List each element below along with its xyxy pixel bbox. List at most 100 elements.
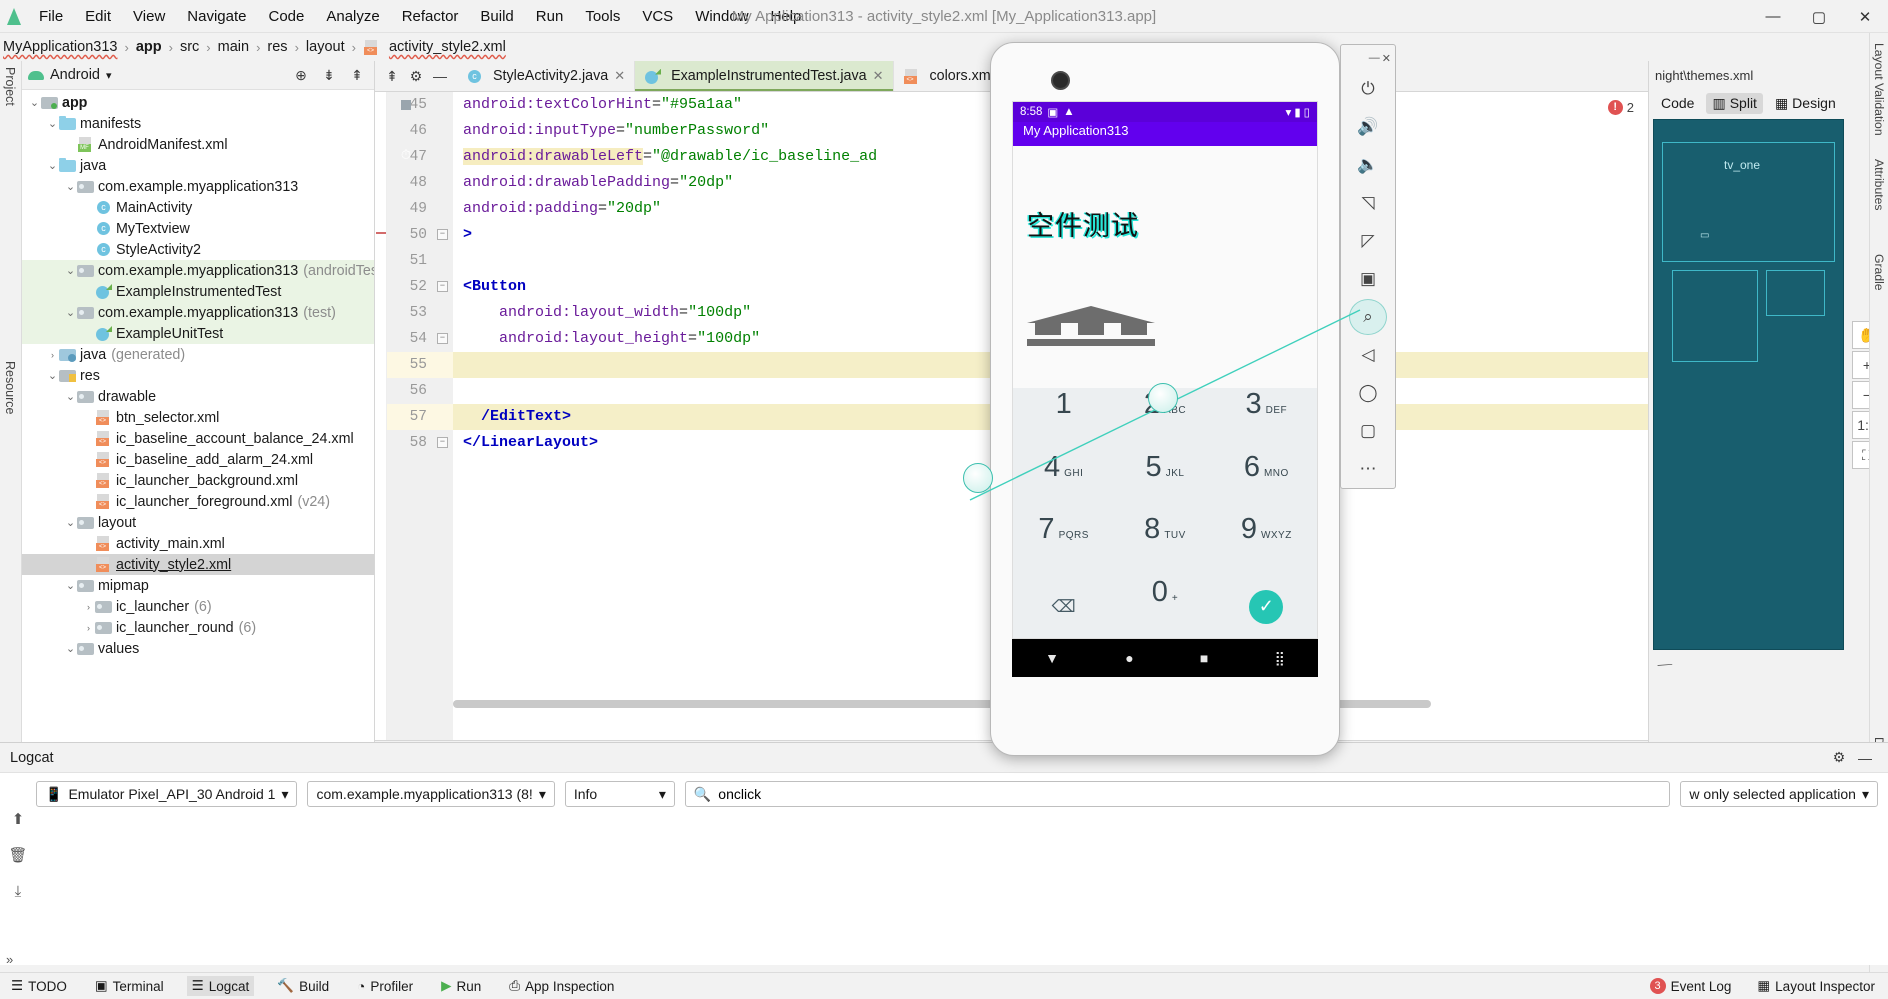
tree-node-res[interactable]: ⌄ res: [22, 365, 374, 386]
status-profiler[interactable]: ◔ Profiler: [352, 977, 418, 996]
tree-node-layout[interactable]: ⌄ layout: [22, 512, 374, 533]
logcat-output-area[interactable]: [36, 815, 1888, 965]
line-number-gutter[interactable]: 45 46 47 ⏱ 48 49 50−51 52−53 54−55 56 57 58−: [387, 92, 453, 740]
menu-code[interactable]: Code: [257, 5, 315, 28]
alarm-gutter-icon[interactable]: ⏱: [397, 147, 415, 165]
maximize-button[interactable]: ▢: [1796, 0, 1842, 33]
rotate-right-icon[interactable]: ◸: [1349, 223, 1387, 259]
tab-close-icon[interactable]: ✕: [873, 68, 884, 84]
line-number[interactable]: 56: [387, 378, 453, 404]
tree-node-mytextview[interactable]: MyTextview: [22, 218, 374, 239]
tree-node-styleactivity2[interactable]: StyleActivity2: [22, 239, 374, 260]
volume-up-icon[interactable]: 🔊: [1349, 109, 1387, 145]
tree-node-exampleinstrumentedtest[interactable]: ExampleInstrumentedTest: [22, 281, 374, 302]
home-icon[interactable]: ◯: [1349, 375, 1387, 411]
keypad-key-7[interactable]: 7 PQRS: [1013, 513, 1114, 576]
settings-icon[interactable]: ⚙: [1826, 746, 1852, 770]
expand-chevron-icon[interactable]: ⌄: [46, 369, 59, 382]
tree-node-ic-launcher-background-xml[interactable]: ic_launcher_background.xml: [22, 470, 374, 491]
fold-toggle-icon[interactable]: −: [437, 333, 448, 344]
expand-tool-windows-icon[interactable]: »: [6, 952, 13, 967]
breadcrumb-project[interactable]: MyApplication313: [3, 39, 117, 55]
tree-node-ic-launcher-foreground-xml[interactable]: ic_launcher_foreground.xml(v24): [22, 491, 374, 512]
split-mode-button[interactable]: ▥ Split: [1706, 92, 1763, 114]
tree-node-manifests[interactable]: ⌄ manifests: [22, 113, 374, 134]
keypad-key-ok[interactable]: ✓: [1216, 576, 1317, 639]
error-stripe[interactable]: [375, 92, 387, 740]
tool-window-layout-validation[interactable]: Layout Validation: [1870, 37, 1888, 142]
expand-chevron-icon[interactable]: ›: [82, 623, 95, 633]
breadcrumb-main[interactable]: main: [218, 39, 249, 55]
logcat-level-selector[interactable]: Info ▾: [564, 781, 675, 807]
tree-node-com-example-myapplication313[interactable]: ⌄ com.example.myapplication313: [22, 176, 374, 197]
expand-chevron-icon[interactable]: ⌄: [64, 390, 77, 403]
tree-node-java[interactable]: ⌄ java: [22, 155, 374, 176]
logcat-process-selector[interactable]: com.example.myapplication313 (8! ▾: [307, 781, 555, 807]
status-layout-inspector[interactable]: ▦ Layout Inspector: [1752, 976, 1880, 996]
status-event-log[interactable]: 3 Event Log: [1645, 976, 1737, 996]
clear-logcat-icon[interactable]: 🗑: [6, 843, 30, 867]
status-run[interactable]: ▶ Run: [436, 976, 486, 996]
keypad-key-9[interactable]: 9 WXYZ: [1216, 513, 1317, 576]
tree-node-java[interactable]: › java (generated): [22, 344, 374, 365]
hide-panel-icon[interactable]: —: [429, 64, 451, 88]
project-tree[interactable]: ⌄app⌄manifestsAndroidManifest.xml⌄java⌄c…: [22, 90, 374, 770]
menu-navigate[interactable]: Navigate: [176, 5, 257, 28]
keypad-key-1[interactable]: 1: [1013, 388, 1114, 451]
keypad-key-8[interactable]: 8 TUV: [1114, 513, 1215, 576]
line-number[interactable]: 49: [387, 196, 453, 222]
expand-chevron-icon[interactable]: ⌄: [64, 579, 77, 592]
menu-help[interactable]: Help: [760, 5, 813, 28]
fold-toggle-icon[interactable]: −: [437, 437, 448, 448]
tree-node-app[interactable]: ⌄ app: [22, 92, 374, 113]
expand-chevron-icon[interactable]: ⌄: [64, 180, 77, 193]
tree-node-btn-selector-xml[interactable]: btn_selector.xml: [22, 407, 374, 428]
menu-view[interactable]: View: [122, 5, 176, 28]
line-number[interactable]: 50−: [387, 222, 453, 248]
chevron-down-icon[interactable]: ▾: [106, 69, 112, 82]
tab-close-icon[interactable]: ✕: [614, 68, 625, 84]
tree-node-exampleunittest[interactable]: ExampleUnitTest: [22, 323, 374, 344]
minimize-button[interactable]: —: [1750, 0, 1796, 33]
layout-preview-canvas[interactable]: tv_one ▭: [1653, 119, 1844, 650]
collapse-all-icon[interactable]: ⇞: [346, 64, 368, 86]
breadcrumb-src[interactable]: src: [180, 39, 199, 55]
volume-down-icon[interactable]: 🔈: [1349, 147, 1387, 183]
project-view-label[interactable]: Android: [50, 67, 100, 83]
keypad-key-0[interactable]: 0 +: [1114, 576, 1215, 639]
rotate-left-icon[interactable]: ◹: [1349, 185, 1387, 221]
back-icon[interactable]: ◁: [1349, 337, 1387, 373]
tree-node-ic-launcher-round[interactable]: › ic_launcher_round (6): [22, 617, 374, 638]
breadcrumb[interactable]: MyApplication313 › app › src › main › re…: [0, 39, 509, 55]
status-terminal[interactable]: ▣ Terminal: [90, 976, 169, 996]
line-number[interactable]: 46: [387, 118, 453, 144]
tool-window-attributes[interactable]: Attributes: [1870, 153, 1888, 216]
status-build[interactable]: 🔨 Build: [272, 976, 334, 996]
back-nav-icon[interactable]: ▼: [1045, 650, 1059, 666]
zoom-icon[interactable]: ⌕: [1349, 299, 1387, 335]
tree-node-activity-main-xml[interactable]: activity_main.xml: [22, 533, 374, 554]
numeric-keypad[interactable]: 12ABC3DEF4GHI5JKL6MNO7PQRS8TUV9WXYZ⌫0+✓: [1013, 388, 1317, 638]
menu-refactor[interactable]: Refactor: [391, 5, 470, 28]
tree-node-com-example-myapplication313[interactable]: ⌄ com.example.myapplication313 (test): [22, 302, 374, 323]
expand-all-icon[interactable]: ⇟: [318, 64, 340, 86]
expand-chevron-icon[interactable]: ⌄: [46, 159, 59, 172]
breadcrumb-module[interactable]: app: [136, 39, 162, 55]
collapse-all-icon[interactable]: ⇞: [381, 64, 403, 88]
expand-chevron-icon[interactable]: ›: [46, 350, 59, 360]
tree-node-com-example-myapplication313[interactable]: ⌄ com.example.myapplication313(androidTes…: [22, 260, 374, 281]
tree-node-activity-style2-xml[interactable]: activity_style2.xml: [22, 554, 374, 575]
overview-icon[interactable]: ▢: [1349, 413, 1387, 449]
emulator-close-button[interactable]: ✕: [1382, 52, 1391, 65]
breakpoint-marker-icon[interactable]: [401, 100, 411, 110]
keypad-key-6[interactable]: 6 MNO: [1216, 451, 1317, 514]
breadcrumb-file[interactable]: activity_style2.xml: [389, 39, 506, 55]
menu-build[interactable]: Build: [469, 5, 524, 28]
expand-chevron-icon[interactable]: ⌄: [64, 264, 77, 277]
logcat-filter-selector[interactable]: w only selected application ▾: [1680, 781, 1878, 807]
code-mode-button[interactable]: Code: [1655, 93, 1700, 113]
expand-chevron-icon[interactable]: ⌄: [64, 306, 77, 319]
line-number[interactable]: 58−: [387, 430, 453, 456]
logcat-search-box[interactable]: 🔍: [684, 781, 1671, 807]
tool-window-project[interactable]: Project: [3, 67, 17, 106]
